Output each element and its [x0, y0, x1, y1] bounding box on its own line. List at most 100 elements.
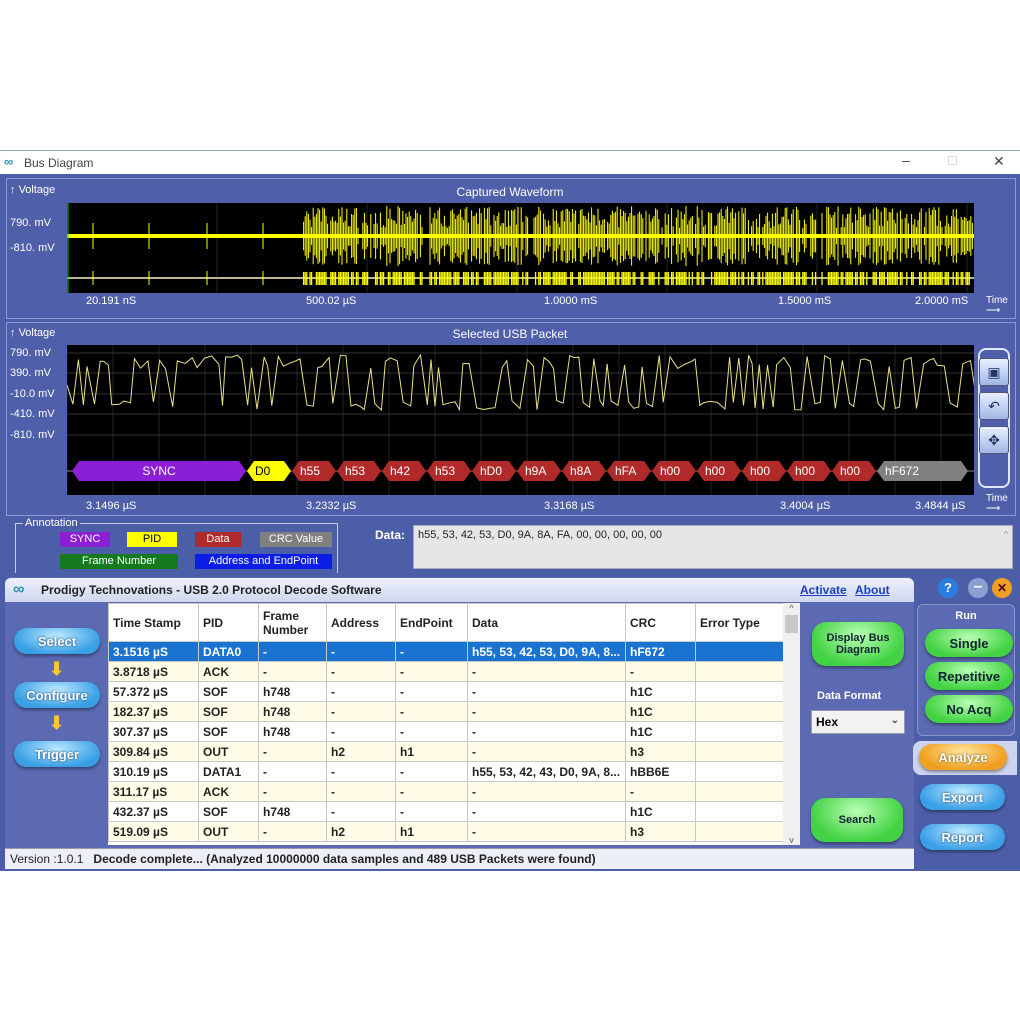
- x-tick: 500.02 µS: [306, 295, 357, 307]
- table-cell: h1: [395, 821, 468, 842]
- column-header[interactable]: Frame Number: [258, 603, 327, 642]
- table-cell: ACK: [198, 781, 259, 802]
- display-bus-diagram-button[interactable]: Display Bus Diagram: [812, 622, 904, 666]
- column-header[interactable]: PID: [198, 603, 259, 642]
- column-header[interactable]: Time Stamp: [108, 603, 199, 642]
- packet-segment-data[interactable]: hD0: [472, 461, 516, 481]
- table-row[interactable]: 311.17 µS ACK - - - - -: [108, 781, 784, 802]
- column-header[interactable]: Data: [467, 603, 626, 642]
- table-cell: OUT: [198, 821, 259, 842]
- scroll-up-icon[interactable]: ^: [783, 603, 800, 613]
- window-titlebar: ∞ Bus Diagram – ☐ ✕: [0, 150, 1020, 174]
- table-cell: -: [326, 781, 396, 802]
- table-cell: -: [467, 741, 626, 762]
- packet-segment-data[interactable]: h00: [697, 461, 741, 481]
- table-cell: h3: [625, 741, 696, 762]
- report-button[interactable]: Report: [920, 824, 1005, 850]
- packet-segment-data[interactable]: h53: [427, 461, 471, 481]
- table-cell: h1C: [625, 721, 696, 742]
- table-row[interactable]: 432.37 µS SOF h748- - - h1C: [108, 801, 784, 822]
- packet-segment-data[interactable]: h42: [382, 461, 426, 481]
- table-row[interactable]: 3.8718 µS ACK - - - - -: [108, 661, 784, 682]
- packet-segment-crc[interactable]: hF672: [877, 461, 968, 481]
- y-tick: 790. mV: [10, 347, 51, 359]
- table-cell: [695, 781, 784, 802]
- pan-move-icon[interactable]: ✥: [979, 426, 1009, 454]
- table-row[interactable]: 310.19 µS DATA1- - - h55, 53, 42, 43, D0, 9A…: [108, 761, 784, 782]
- packet-segment-data[interactable]: h8A: [562, 461, 606, 481]
- repetitive-button[interactable]: Repetitive: [925, 662, 1013, 690]
- window-title: Bus Diagram: [24, 156, 94, 170]
- selected-packet-title: Selected USB Packet: [452, 327, 568, 341]
- column-header[interactable]: Address: [326, 603, 396, 642]
- table-row[interactable]: 3.1516 µS DATA0- - - h55, 53, 42, 53, D0, 9A…: [108, 641, 784, 662]
- table-cell: -: [625, 661, 696, 682]
- table-row[interactable]: 309.84 µS OUT - h2 h1- h3: [108, 741, 784, 762]
- status-bar: Version :1.0.1 Decode complete... (Analy…: [5, 848, 914, 869]
- table-cell: 311.17 µS: [108, 781, 199, 802]
- table-cell: h1C: [625, 801, 696, 822]
- table-row[interactable]: 307.37 µS SOF h748- - - h1C: [108, 721, 784, 742]
- packet-segment-data[interactable]: h00: [652, 461, 696, 481]
- table-row[interactable]: 182.37 µS SOF h748- - - h1C: [108, 701, 784, 722]
- packet-segment-data[interactable]: h53: [337, 461, 381, 481]
- table-cell: 519.09 µS: [108, 821, 199, 842]
- packet-segment-data[interactable]: h00: [832, 461, 876, 481]
- packet-segment-pid[interactable]: D0: [247, 461, 291, 481]
- maximize-button[interactable]: ☐: [947, 154, 958, 168]
- table-cell: hBB6E: [625, 761, 696, 782]
- activate-link[interactable]: Activate: [800, 583, 847, 597]
- scroll-down-icon[interactable]: v: [783, 835, 800, 845]
- data-format-select[interactable]: Hex ⌄: [811, 710, 905, 734]
- packet-segment-data[interactable]: hFA: [607, 461, 651, 481]
- packet-table: Time Stamp PID Frame Number Address EndPoint…: [108, 603, 800, 845]
- minimize-button[interactable]: –: [902, 152, 910, 168]
- data-label: Data:: [375, 528, 406, 542]
- y-tick: -810. mV: [10, 429, 55, 441]
- export-button[interactable]: Export: [920, 784, 1005, 810]
- help-icon[interactable]: ?: [938, 578, 958, 598]
- table-cell: 307.37 µS: [108, 721, 199, 742]
- no-acq-button[interactable]: No Acq: [925, 695, 1013, 723]
- table-cell: [695, 821, 784, 842]
- zoom-window-icon[interactable]: ▣: [979, 358, 1009, 386]
- packet-segment-data[interactable]: h00: [787, 461, 831, 481]
- captured-waveform-plot[interactable]: [67, 203, 974, 293]
- analyze-button[interactable]: Analyze: [919, 744, 1007, 770]
- close-button[interactable]: ✕: [993, 153, 1005, 170]
- x-tick: 1.0000 mS: [544, 295, 598, 307]
- table-cell: -: [395, 761, 468, 782]
- table-row[interactable]: 57.372 µS SOF h748- - - h1C: [108, 681, 784, 702]
- packet-segment-data[interactable]: h9A: [517, 461, 561, 481]
- column-header[interactable]: EndPoint: [395, 603, 468, 642]
- table-row[interactable]: 519.09 µS OUT - h2 h1- h3: [108, 821, 784, 842]
- table-cell: [695, 681, 784, 702]
- column-header[interactable]: CRC: [625, 603, 696, 642]
- search-button[interactable]: Search: [811, 798, 903, 842]
- table-cell: [695, 761, 784, 782]
- table-cell: ACK: [198, 661, 259, 682]
- packet-segment-data[interactable]: h00: [742, 461, 786, 481]
- minimize-app-icon[interactable]: –: [968, 578, 988, 598]
- packet-segment-data[interactable]: h55: [292, 461, 336, 481]
- table-cell: -: [326, 761, 396, 782]
- select-button[interactable]: Select: [14, 628, 100, 654]
- undo-icon[interactable]: ↶: [979, 392, 1009, 420]
- scrollbar-thumb[interactable]: [785, 615, 798, 633]
- x-tick: 3.3168 µS: [544, 500, 595, 512]
- infinity-logo-icon: ∞: [4, 154, 14, 169]
- packet-segment-sync[interactable]: SYNC: [72, 461, 246, 481]
- single-button[interactable]: Single: [925, 629, 1013, 657]
- data-field[interactable]: h55, 53, 42, 53, D0, 9A, 8A, FA, 00, 00,…: [413, 525, 1013, 569]
- configure-button[interactable]: Configure: [14, 682, 100, 708]
- table-cell: 309.84 µS: [108, 741, 199, 762]
- scroll-up-icon[interactable]: ^: [1004, 529, 1008, 539]
- trigger-button[interactable]: Trigger: [14, 741, 100, 767]
- about-link[interactable]: About: [855, 583, 890, 597]
- table-scrollbar[interactable]: ^ v: [783, 603, 800, 845]
- table-cell: h2: [326, 821, 396, 842]
- column-header[interactable]: Error Type: [695, 603, 784, 642]
- table-cell: -: [258, 821, 327, 842]
- close-app-icon[interactable]: ✕: [992, 578, 1012, 598]
- table-cell: -: [467, 661, 626, 682]
